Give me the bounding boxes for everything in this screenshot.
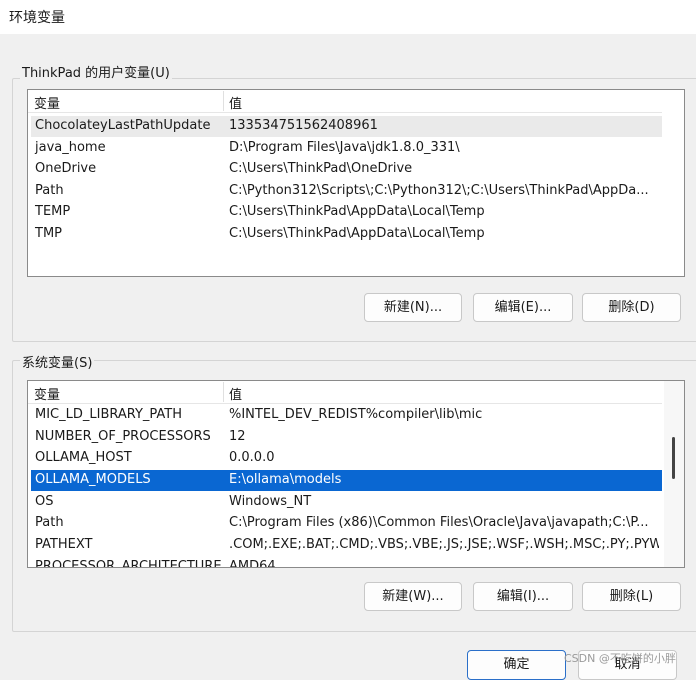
var-name: Path (35, 515, 64, 530)
user-variables-list[interactable]: 变量 值 ChocolateyLastPathUpdate 1335347515… (27, 89, 685, 277)
system-row-pathext[interactable]: PATHEXT .COM;.EXE;.BAT;.CMD;.VBS;.VBE;.J… (31, 535, 662, 556)
window-title: 环境变量 (9, 10, 65, 26)
system-delete-button[interactable]: 删除(L) (582, 582, 681, 611)
column-header-value[interactable]: 值 (229, 93, 242, 112)
var-value: C:\Users\ThinkPad\OneDrive (229, 161, 413, 176)
user-row-onedrive[interactable]: OneDrive C:\Users\ThinkPad\OneDrive (31, 159, 662, 180)
vertical-scrollbar[interactable] (664, 381, 684, 567)
column-separator[interactable] (223, 382, 224, 402)
var-value: .COM;.EXE;.BAT;.CMD;.VBS;.VBE;.JS;.JSE;.… (229, 537, 659, 552)
var-name: MIC_LD_LIBRARY_PATH (35, 407, 183, 422)
var-name: OLLAMA_MODELS (35, 472, 151, 487)
var-name: OLLAMA_HOST (35, 450, 132, 465)
var-value: %INTEL_DEV_REDIST%compiler\lib\mic (229, 407, 483, 422)
var-name: java_home (35, 140, 106, 155)
var-value: 133534751562408961 (229, 118, 378, 133)
user-row-path[interactable]: Path C:\Python312\Scripts\;C:\Python312\… (31, 181, 662, 202)
system-variables-label: 系统变量(S) (20, 352, 95, 371)
var-name: Path (35, 183, 64, 198)
column-header-name[interactable]: 变量 (34, 93, 60, 112)
system-row-mic-ld-library-path[interactable]: MIC_LD_LIBRARY_PATH %INTEL_DEV_REDIST%co… (31, 405, 662, 426)
var-value: C:\Users\ThinkPad\AppData\Local\Temp (229, 204, 485, 219)
var-name: OS (35, 494, 54, 509)
user-variables-label: ThinkPad 的用户变量(U) (20, 62, 172, 81)
user-row-temp[interactable]: TEMP C:\Users\ThinkPad\AppData\Local\Tem… (31, 202, 662, 223)
system-row-number-of-processors[interactable]: NUMBER_OF_PROCESSORS 12 (31, 427, 662, 448)
var-name: PROCESSOR_ARCHITECTURE (35, 559, 222, 568)
var-value: C:\Python312\Scripts\;C:\Python312\;C:\U… (229, 183, 649, 198)
system-list-header: 变量 值 (28, 381, 662, 404)
var-name: TEMP (35, 204, 71, 219)
var-value: 12 (229, 429, 246, 444)
user-row-tmp[interactable]: TMP C:\Users\ThinkPad\AppData\Local\Temp (31, 224, 662, 245)
user-row-chocolatey[interactable]: ChocolateyLastPathUpdate 133534751562408… (31, 116, 662, 137)
var-value: AMD64 (229, 559, 276, 568)
column-header-value[interactable]: 值 (229, 384, 242, 403)
ok-button[interactable]: 确定 (467, 650, 566, 680)
title-bar: 环境变量 (0, 0, 696, 34)
system-edit-button[interactable]: 编辑(I)... (473, 582, 573, 611)
var-name: NUMBER_OF_PROCESSORS (35, 429, 211, 444)
system-row-path[interactable]: Path C:\Program Files (x86)\Common Files… (31, 513, 662, 534)
user-delete-button[interactable]: 删除(D) (582, 293, 681, 322)
column-header-name[interactable]: 变量 (34, 384, 60, 403)
system-new-button[interactable]: 新建(W)... (364, 582, 462, 611)
var-value: 0.0.0.0 (229, 450, 275, 465)
user-row-java-home[interactable]: java_home D:\Program Files\Java\jdk1.8.0… (31, 138, 662, 159)
column-separator[interactable] (223, 91, 224, 111)
user-list-header: 变量 值 (28, 90, 662, 113)
var-name: ChocolateyLastPathUpdate (35, 118, 211, 133)
var-name: PATHEXT (35, 537, 93, 552)
var-name: OneDrive (35, 161, 97, 176)
system-row-ollama-models[interactable]: OLLAMA_MODELS E:\ollama\models (31, 470, 662, 491)
system-row-processor-architecture[interactable]: PROCESSOR_ARCHITECTURE AMD64 (31, 557, 662, 568)
system-row-os[interactable]: OS Windows_NT (31, 492, 662, 513)
scrollbar-thumb[interactable] (672, 437, 675, 479)
var-value: C:\Program Files (x86)\Common Files\Orac… (229, 515, 649, 530)
system-row-ollama-host[interactable]: OLLAMA_HOST 0.0.0.0 (31, 448, 662, 469)
var-value: E:\ollama\models (229, 472, 342, 487)
var-name: TMP (35, 226, 62, 241)
user-edit-button[interactable]: 编辑(E)... (473, 293, 573, 322)
var-value: C:\Users\ThinkPad\AppData\Local\Temp (229, 226, 485, 241)
user-new-button[interactable]: 新建(N)... (364, 293, 462, 322)
var-value: Windows_NT (229, 494, 312, 509)
system-variables-list[interactable]: 变量 值 MIC_LD_LIBRARY_PATH %INTEL_DEV_REDI… (27, 380, 685, 568)
var-value: D:\Program Files\Java\jdk1.8.0_331\ (229, 140, 460, 155)
watermark: CSDN @不吃饼的小胖 (564, 652, 676, 665)
